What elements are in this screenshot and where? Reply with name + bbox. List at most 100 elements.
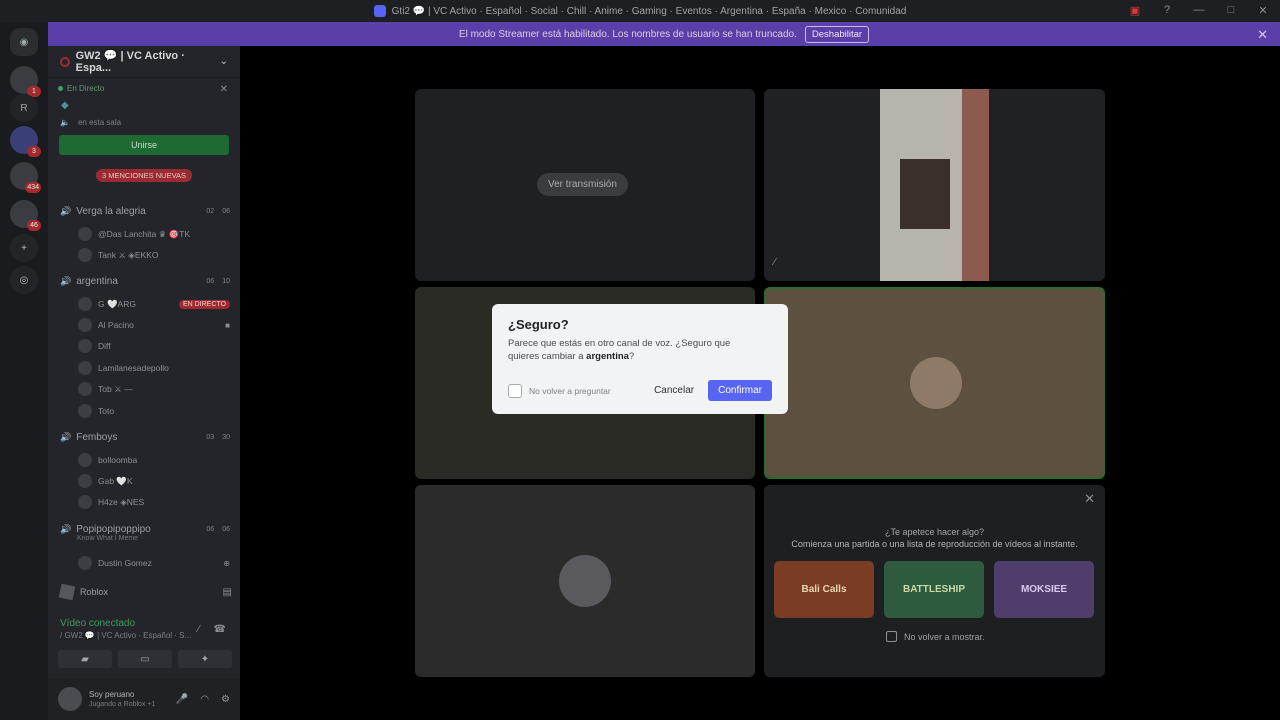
- confirm-button[interactable]: Confirmar: [708, 380, 772, 401]
- gamepad-icon: ⊕: [223, 558, 230, 568]
- close-icon[interactable]: ✕: [1084, 491, 1095, 507]
- window-title-group: Gti2 💬 | VC Activo · Español · Social · …: [373, 5, 906, 17]
- camera-off-icon: ▰: [81, 653, 89, 665]
- activity-row[interactable]: Roblox ▤: [56, 580, 232, 604]
- video-tile[interactable]: ⁄: [764, 89, 1105, 281]
- user-info[interactable]: Soy peruano Jugando a Roblox +1: [89, 690, 155, 707]
- voice-connected-channel[interactable]: / GW2 💬 | VC Activo · Español · S...: [60, 631, 200, 640]
- microphone-icon[interactable]: 🎤: [176, 694, 188, 705]
- explore-servers-icon[interactable]: ◎: [10, 266, 38, 294]
- server-header[interactable]: GW2 💬 | VC Activo · Espa... ⌄: [48, 46, 240, 78]
- headphones-icon[interactable]: ◠: [200, 694, 209, 705]
- user-limit: 06: [222, 207, 230, 215]
- voice-user[interactable]: G 🤍ARG EN DIRECTO: [78, 296, 230, 312]
- game-card[interactable]: MOKSIEE: [994, 561, 1094, 618]
- voice-user[interactable]: Tob ⚔ —: [78, 381, 230, 397]
- game-card[interactable]: BATTLESHIP: [884, 561, 984, 618]
- voice-connected-status[interactable]: Vídeo conectado: [60, 618, 135, 629]
- server-icon-1[interactable]: 1: [10, 66, 41, 97]
- help-icon[interactable]: ?: [1160, 3, 1174, 17]
- voice-channel-status: Know What I Meme: [77, 535, 139, 542]
- voice-user-name: H4ze ◈NES: [98, 496, 145, 507]
- voice-user-name: Al Pacino: [98, 320, 134, 330]
- voice-user[interactable]: Tank ⚔ ◈EKKO: [78, 247, 230, 263]
- disconnect-icon[interactable]: ☎: [214, 624, 226, 635]
- live-close-icon[interactable]: ✕: [220, 84, 228, 95]
- voice-channel[interactable]: 🔊 Verga la alegria 02 06: [60, 204, 230, 218]
- voice-user[interactable]: Dustin Gomez ⊕: [78, 555, 230, 571]
- roblox-icon: [58, 583, 76, 601]
- voice-user[interactable]: bolloomba: [78, 452, 230, 468]
- activity-settings-icon[interactable]: ▤: [223, 587, 232, 598]
- gear-icon[interactable]: ⚙: [221, 694, 230, 705]
- live-indicator: En Directo: [58, 84, 104, 93]
- muted-mic-icon: ⁄: [774, 257, 776, 268]
- voice-user[interactable]: Toto: [78, 403, 230, 419]
- voice-user[interactable]: @Das Lanchita ♛ 🎯TK: [78, 226, 230, 242]
- maximize-icon[interactable]: □: [1224, 3, 1238, 17]
- voice-user-name: bolloomba: [98, 455, 138, 465]
- watch-stream-button[interactable]: Ver transmisión: [537, 173, 628, 196]
- avatar: [78, 453, 92, 467]
- avatar: [78, 318, 92, 332]
- dialog-footer: No volver a preguntar Cancelar Confirmar: [508, 380, 772, 401]
- screen-share-button[interactable]: ▭: [118, 650, 172, 668]
- server-icon-3[interactable]: 434: [10, 162, 41, 193]
- banner-close-icon[interactable]: ✕: [1257, 27, 1268, 43]
- server-icon-r[interactable]: R: [10, 94, 38, 122]
- voice-channel[interactable]: 🔊 Femboys 03 30: [60, 430, 230, 444]
- window-titlebar: Gti2 💬 | VC Activo · Español · Social · …: [0, 0, 1280, 22]
- speaker-icon: 🔈: [60, 118, 70, 127]
- voice-user[interactable]: Al Pacino ■: [78, 317, 230, 333]
- join-button[interactable]: Unirse: [59, 135, 229, 155]
- user-name: Soy peruano: [89, 690, 135, 700]
- server-icon-gw[interactable]: 3: [10, 126, 41, 157]
- camera-feed-region: [962, 89, 989, 281]
- avatar: [910, 357, 962, 409]
- video-tile-speaking[interactable]: [764, 287, 1105, 479]
- titlebar-controls: ▣ ? — □ ✕: [1128, 3, 1270, 17]
- game-card[interactable]: Bali Calls: [774, 561, 874, 618]
- avatar: [78, 382, 92, 396]
- channel-counts: 02 06: [206, 208, 230, 215]
- camera-icon: ■: [225, 320, 230, 330]
- dont-show-checkbox[interactable]: [886, 631, 897, 642]
- voice-channel-name: Femboys: [76, 431, 118, 443]
- voice-channel-name: Verga la alegria: [76, 205, 146, 217]
- voice-user[interactable]: H4ze ◈NES: [78, 494, 230, 510]
- avatar[interactable]: [58, 687, 82, 711]
- voice-channel[interactable]: 🔊 Popipopipoppipo 06 06 Know What I Meme: [60, 522, 230, 543]
- disable-streamer-button[interactable]: Deshabilitar: [804, 25, 870, 43]
- add-server-icon[interactable]: +: [10, 234, 38, 262]
- voice-channel[interactable]: 🔊 argentina 06 10: [60, 274, 230, 288]
- activity-description: Comienza una partida o una lista de repr…: [791, 539, 1078, 549]
- dialog-channel-name: argentina: [586, 351, 629, 363]
- activity-games: Bali Calls BATTLESHIP MOKSIEE: [774, 561, 1094, 618]
- video-tile[interactable]: Ver transmisión: [415, 89, 755, 281]
- noise-suppression-icon[interactable]: ⁄: [198, 624, 200, 635]
- minimize-icon[interactable]: —: [1192, 3, 1206, 17]
- camera-off-button[interactable]: ▰: [58, 650, 112, 668]
- inbox-icon[interactable]: ▣: [1128, 3, 1142, 17]
- window-close-icon[interactable]: ✕: [1256, 3, 1270, 17]
- activities-button[interactable]: ✦: [178, 650, 232, 668]
- activity-panel: ✕ ¿Te apetece hacer algo? Comienza una p…: [764, 485, 1105, 677]
- server-icon-4[interactable]: 46: [10, 200, 41, 231]
- discord-home-icon[interactable]: ◉: [10, 28, 38, 56]
- speaker-icon: 🔊: [60, 431, 72, 442]
- server-logo-icon: [373, 5, 386, 17]
- voice-user-name: Dustin Gomez: [98, 558, 152, 568]
- voice-user[interactable]: Gab 🤍K: [78, 473, 230, 489]
- cancel-button[interactable]: Cancelar: [644, 380, 704, 401]
- channel-sidebar: GW2 💬 | VC Activo · Espa... ⌄ En Directo…: [48, 46, 240, 720]
- dont-show-again-row[interactable]: No volver a mostrar.: [886, 631, 985, 642]
- dialog-body-suffix: ?: [628, 351, 635, 363]
- voice-user[interactable]: Lamilanesadepollo: [78, 360, 230, 376]
- voice-user[interactable]: Diff: [78, 338, 230, 354]
- dont-ask-checkbox[interactable]: [508, 383, 522, 398]
- channel-counts: 06 10: [206, 278, 230, 285]
- new-mentions-badge[interactable]: 3 MENCIONES NUEVAS: [96, 169, 193, 182]
- voice-channel-name: Popipopipoppipo: [76, 523, 151, 535]
- video-tile[interactable]: [415, 485, 755, 677]
- user-count: 02: [206, 207, 215, 215]
